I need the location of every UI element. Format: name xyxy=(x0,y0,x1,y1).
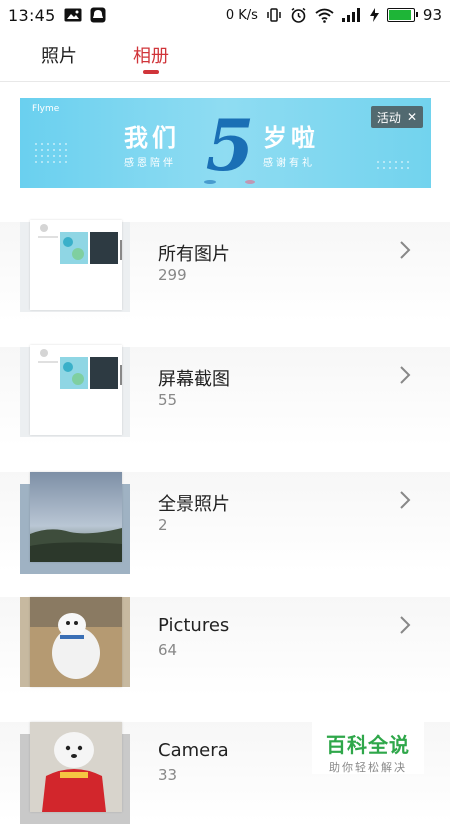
battery-fill xyxy=(388,10,412,20)
vibrate-icon xyxy=(266,7,282,23)
album-item-panorama[interactable]: 全景照片 2 xyxy=(0,460,450,574)
battery-icon xyxy=(386,8,418,22)
status-bar-left: 13:45 xyxy=(8,6,106,25)
album-count: 33 xyxy=(158,766,178,784)
net-speed: 0 K/s xyxy=(225,7,258,23)
album-count: 55 xyxy=(158,391,178,409)
watermark-logo: 百科全说 助你轻松解决 xyxy=(312,722,424,774)
banner-subtitle-left: 感恩陪伴 xyxy=(124,158,176,169)
banner-five-graphic: 5 xyxy=(204,106,255,186)
chevron-right-icon xyxy=(400,366,411,384)
banner-brand: Flyme xyxy=(32,104,60,114)
banner-dots-decoration-right xyxy=(377,161,409,169)
chevron-right-icon xyxy=(400,241,411,259)
banner-dots-decoration xyxy=(35,143,67,163)
album-name: 屏幕截图 xyxy=(158,369,230,390)
watermark-title: 百科全说 xyxy=(326,733,410,757)
charging-icon xyxy=(369,8,379,22)
chat-notification-icon xyxy=(90,7,106,23)
album-name: 所有图片 xyxy=(158,244,230,265)
album-thumbnail xyxy=(30,597,122,687)
chevron-right-icon xyxy=(400,616,411,634)
activity-badge[interactable]: 活动 ✕ xyxy=(370,106,423,128)
wifi-icon xyxy=(315,8,334,23)
tab-albums[interactable]: 相册 xyxy=(133,42,169,68)
status-bar: 13:45 0 K/s 93 xyxy=(0,0,450,30)
activity-badge-label: 活动 xyxy=(376,110,401,125)
banner-subtitle-right: 感谢有礼 xyxy=(263,158,315,169)
tab-photos[interactable]: 照片 xyxy=(41,42,77,68)
banner-title-right: 岁啦 xyxy=(263,124,319,152)
watermark-subtitle: 助你轻松解决 xyxy=(329,761,407,774)
promo-banner[interactable]: Flyme 我们 岁啦 感恩陪伴 感谢有礼 5 活动 ✕ xyxy=(20,98,431,188)
tab-bar: 照片 相册 xyxy=(0,30,450,82)
battery-percent: 93 xyxy=(422,6,442,24)
chevron-right-icon xyxy=(400,491,411,509)
album-name: Camera xyxy=(158,740,229,761)
album-item-pictures[interactable]: Pictures 64 xyxy=(0,585,450,697)
album-thumbnail xyxy=(30,472,122,562)
image-notification-icon xyxy=(64,8,82,22)
album-count: 2 xyxy=(158,516,168,534)
active-tab-indicator xyxy=(143,70,159,74)
close-icon[interactable]: ✕ xyxy=(407,110,417,124)
album-count: 299 xyxy=(158,266,187,284)
status-time: 13:45 xyxy=(8,5,56,25)
album-item-screenshots[interactable]: 屏幕截图 55 xyxy=(0,335,450,447)
signal-icon xyxy=(341,8,362,22)
album-count: 64 xyxy=(158,641,178,659)
album-name: 全景照片 xyxy=(158,494,230,515)
status-bar-right: 0 K/s 93 xyxy=(226,6,442,24)
album-thumbnail xyxy=(30,220,122,310)
alarm-icon xyxy=(290,7,307,24)
album-name: Pictures xyxy=(158,615,230,636)
album-thumbnail xyxy=(30,345,122,435)
album-item-all-pictures[interactable]: 所有图片 299 xyxy=(0,210,450,322)
banner-title-left: 我们 xyxy=(124,124,180,152)
album-thumbnail xyxy=(30,722,122,812)
banner-number: 5 xyxy=(206,106,255,186)
